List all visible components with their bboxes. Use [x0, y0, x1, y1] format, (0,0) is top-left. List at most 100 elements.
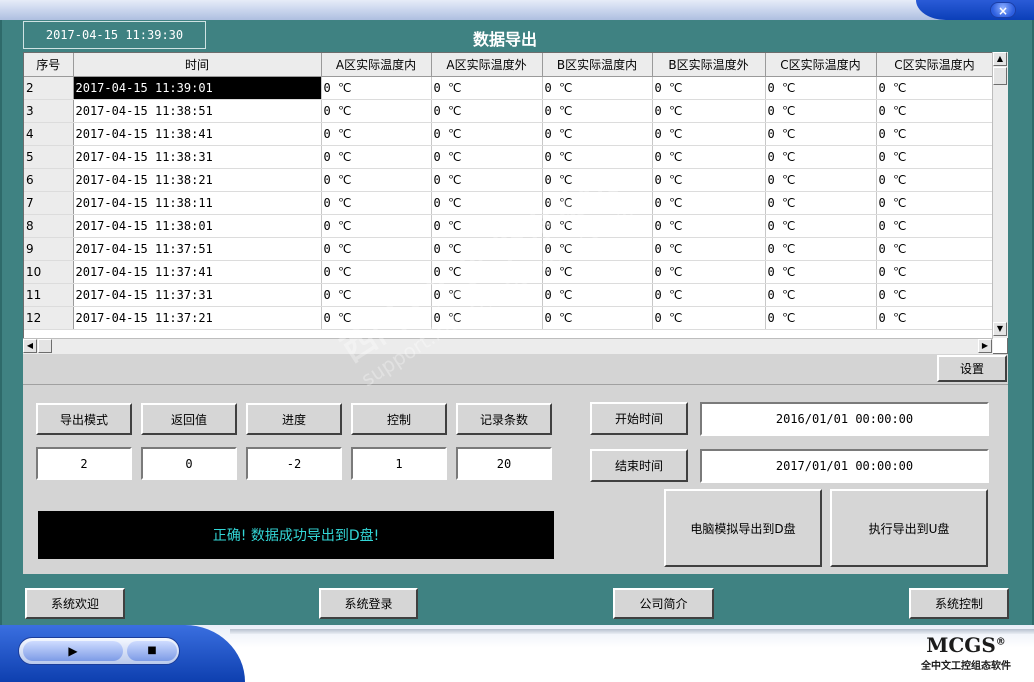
- row-number-cell[interactable]: 9: [24, 237, 74, 261]
- temperature-cell[interactable]: 0 ℃: [431, 260, 543, 284]
- row-number-cell[interactable]: 3: [24, 99, 74, 123]
- temperature-cell[interactable]: 0 ℃: [431, 168, 543, 192]
- temperature-cell[interactable]: 0 ℃: [431, 145, 543, 169]
- time-cell[interactable]: 2017-04-15 11:37:31: [73, 283, 322, 307]
- record-count-field[interactable]: 20: [456, 447, 552, 480]
- temperature-cell[interactable]: 0 ℃: [321, 306, 432, 330]
- control-label-button[interactable]: 控制: [351, 403, 447, 435]
- temperature-cell[interactable]: 0 ℃: [765, 214, 877, 238]
- temperature-cell[interactable]: 0 ℃: [652, 191, 766, 215]
- start-time-label-button[interactable]: 开始时间: [590, 402, 688, 435]
- temperature-cell[interactable]: 0 ℃: [542, 306, 653, 330]
- close-icon[interactable]: ×: [990, 2, 1016, 18]
- simulate-export-d-button[interactable]: 电脑模拟导出到D盘: [664, 489, 822, 567]
- row-number-cell[interactable]: 10: [24, 260, 74, 284]
- temperature-cell[interactable]: 0 ℃: [431, 237, 543, 261]
- table-row[interactable]: 12 2017-04-15 11:37:21 0 ℃ 0 ℃ 0 ℃ 0 ℃ 0 ℃ 0 ℃: [24, 306, 994, 330]
- row-number-cell[interactable]: 4: [24, 122, 74, 146]
- temperature-cell[interactable]: 0 ℃: [542, 260, 653, 284]
- temperature-cell[interactable]: 0 ℃: [542, 214, 653, 238]
- temperature-cell[interactable]: 0 ℃: [431, 306, 543, 330]
- time-cell[interactable]: 2017-04-15 11:38:21: [73, 168, 322, 192]
- table-row[interactable]: 11 2017-04-15 11:37:31 0 ℃ 0 ℃ 0 ℃ 0 ℃ 0 ℃ 0 ℃: [24, 283, 994, 307]
- table-row[interactable]: 3 2017-04-15 11:38:51 0 ℃ 0 ℃ 0 ℃ 0 ℃ 0 ℃ 0 ℃: [24, 99, 994, 123]
- temperature-cell[interactable]: 0 ℃: [876, 214, 994, 238]
- temperature-cell[interactable]: 0 ℃: [876, 237, 994, 261]
- temperature-cell[interactable]: 0 ℃: [542, 99, 653, 123]
- play-icon[interactable]: ▶: [23, 641, 123, 661]
- temperature-cell[interactable]: 0 ℃: [431, 122, 543, 146]
- table-row[interactable]: 8 2017-04-15 11:38:01 0 ℃ 0 ℃ 0 ℃ 0 ℃ 0 ℃ 0 ℃: [24, 214, 994, 238]
- temperature-cell[interactable]: 0 ℃: [876, 283, 994, 307]
- temperature-cell[interactable]: 0 ℃: [876, 99, 994, 123]
- table-row[interactable]: 9 2017-04-15 11:37:51 0 ℃ 0 ℃ 0 ℃ 0 ℃ 0 ℃ 0 ℃: [24, 237, 994, 261]
- export-mode-field[interactable]: 2: [36, 447, 132, 480]
- row-number-cell[interactable]: 8: [24, 214, 74, 238]
- end-time-field[interactable]: 2017/01/01 00:00:00: [700, 449, 989, 483]
- nav-login-button[interactable]: 系统登录: [319, 588, 418, 619]
- scroll-down-icon[interactable]: ▼: [993, 322, 1007, 336]
- scroll-right-icon[interactable]: ▶: [978, 339, 992, 353]
- scroll-left-icon[interactable]: ◀: [23, 339, 37, 353]
- return-value-field[interactable]: 0: [141, 447, 237, 480]
- temperature-cell[interactable]: 0 ℃: [652, 168, 766, 192]
- temperature-cell[interactable]: 0 ℃: [876, 306, 994, 330]
- column-header[interactable]: 时间: [73, 53, 322, 77]
- temperature-cell[interactable]: 0 ℃: [652, 145, 766, 169]
- start-time-field[interactable]: 2016/01/01 00:00:00: [700, 402, 989, 436]
- temperature-cell[interactable]: 0 ℃: [431, 214, 543, 238]
- temperature-cell[interactable]: 0 ℃: [652, 214, 766, 238]
- temperature-cell[interactable]: 0 ℃: [431, 99, 543, 123]
- temperature-cell[interactable]: 0 ℃: [431, 76, 543, 100]
- vertical-scroll-thumb[interactable]: [993, 67, 1007, 85]
- row-number-cell[interactable]: 5: [24, 145, 74, 169]
- temperature-cell[interactable]: 0 ℃: [876, 122, 994, 146]
- temperature-cell[interactable]: 0 ℃: [321, 122, 432, 146]
- row-number-cell[interactable]: 7: [24, 191, 74, 215]
- temperature-cell[interactable]: 0 ℃: [321, 76, 432, 100]
- temperature-cell[interactable]: 0 ℃: [765, 99, 877, 123]
- column-header[interactable]: B区实际温度外: [652, 53, 766, 77]
- temperature-cell[interactable]: 0 ℃: [321, 191, 432, 215]
- temperature-cell[interactable]: 0 ℃: [765, 145, 877, 169]
- table-row[interactable]: 6 2017-04-15 11:38:21 0 ℃ 0 ℃ 0 ℃ 0 ℃ 0 ℃ 0 ℃: [24, 168, 994, 192]
- nav-control-button[interactable]: 系统控制: [909, 588, 1009, 619]
- temperature-cell[interactable]: 0 ℃: [542, 237, 653, 261]
- time-cell[interactable]: 2017-04-15 11:37:21: [73, 306, 322, 330]
- temperature-cell[interactable]: 0 ℃: [321, 99, 432, 123]
- column-header[interactable]: C区实际温度内: [876, 53, 994, 77]
- temperature-cell[interactable]: 0 ℃: [765, 76, 877, 100]
- temperature-cell[interactable]: 0 ℃: [321, 260, 432, 284]
- record-count-label-button[interactable]: 记录条数: [456, 403, 552, 435]
- nav-welcome-button[interactable]: 系统欢迎: [25, 588, 125, 619]
- row-number-cell[interactable]: 11: [24, 283, 74, 307]
- temperature-cell[interactable]: 0 ℃: [765, 122, 877, 146]
- time-cell[interactable]: 2017-04-15 11:38:11: [73, 191, 322, 215]
- column-header[interactable]: 序号: [24, 53, 74, 77]
- temperature-cell[interactable]: 0 ℃: [652, 306, 766, 330]
- temperature-cell[interactable]: 0 ℃: [542, 283, 653, 307]
- table-row[interactable]: 4 2017-04-15 11:38:41 0 ℃ 0 ℃ 0 ℃ 0 ℃ 0 ℃ 0 ℃: [24, 122, 994, 146]
- temperature-cell[interactable]: 0 ℃: [652, 237, 766, 261]
- time-cell[interactable]: 2017-04-15 11:37:41: [73, 260, 322, 284]
- temperature-cell[interactable]: 0 ℃: [431, 191, 543, 215]
- temperature-cell[interactable]: 0 ℃: [876, 191, 994, 215]
- temperature-cell[interactable]: 0 ℃: [765, 237, 877, 261]
- temperature-cell[interactable]: 0 ℃: [321, 168, 432, 192]
- progress-label-button[interactable]: 进度: [246, 403, 342, 435]
- progress-field[interactable]: -2: [246, 447, 342, 480]
- temperature-cell[interactable]: 0 ℃: [765, 191, 877, 215]
- nav-company-button[interactable]: 公司简介: [613, 588, 714, 619]
- column-header[interactable]: A区实际温度外: [431, 53, 543, 77]
- scroll-up-icon[interactable]: ▲: [993, 52, 1007, 66]
- temperature-cell[interactable]: 0 ℃: [876, 168, 994, 192]
- time-cell[interactable]: 2017-04-15 11:39:01: [73, 76, 322, 100]
- column-header[interactable]: B区实际温度内: [542, 53, 653, 77]
- temperature-cell[interactable]: 0 ℃: [652, 283, 766, 307]
- temperature-cell[interactable]: 0 ℃: [876, 145, 994, 169]
- temperature-cell[interactable]: 0 ℃: [542, 122, 653, 146]
- temperature-cell[interactable]: 0 ℃: [765, 306, 877, 330]
- time-cell[interactable]: 2017-04-15 11:38:01: [73, 214, 322, 238]
- temperature-cell[interactable]: 0 ℃: [321, 237, 432, 261]
- horizontal-scrollbar[interactable]: ◀ ▶: [23, 338, 993, 354]
